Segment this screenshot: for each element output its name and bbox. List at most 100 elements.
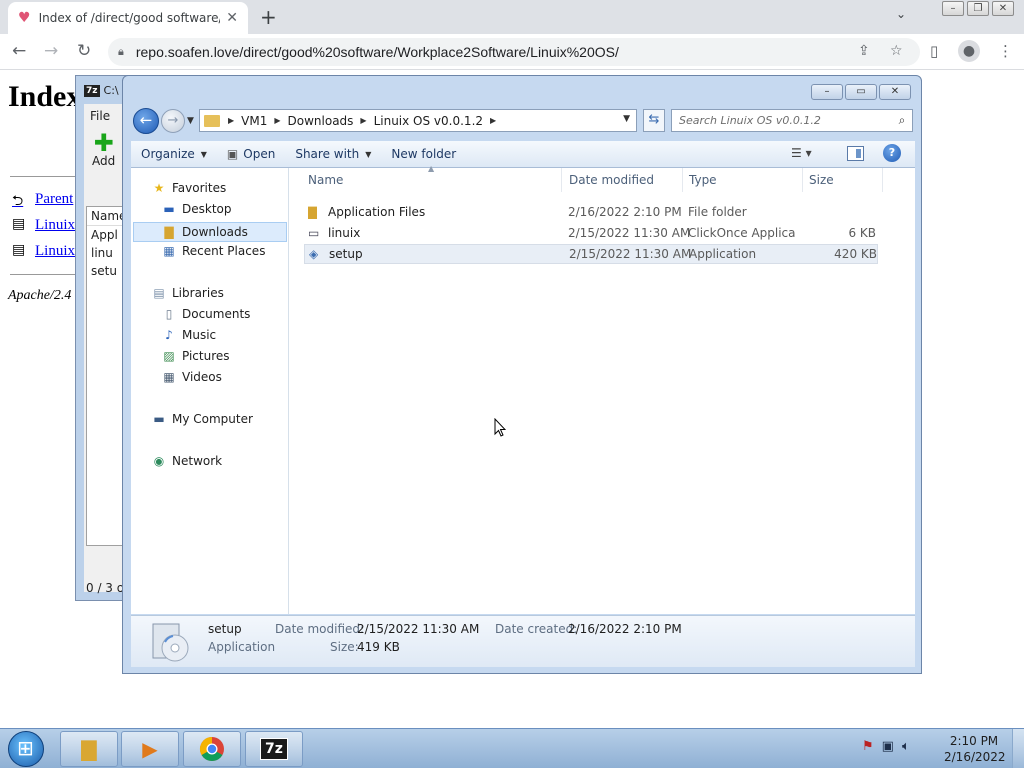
side-panel-icon[interactable]: ▯ xyxy=(930,42,938,60)
chevron-right-icon[interactable]: ▶ xyxy=(490,116,496,125)
file-row-application-files[interactable]: ▇ Application Files 2/16/2022 2:10 PM Fi… xyxy=(304,202,878,222)
open-app-icon: ▣ xyxy=(226,147,239,161)
open-button[interactable]: ▣ Open xyxy=(217,147,285,161)
details-date-created: 2/16/2022 2:10 PM xyxy=(568,622,682,636)
address-bar[interactable]: 🔒︎ repo.soafen.love/direct/good%20softwa… xyxy=(108,38,920,66)
change-view-icon[interactable]: ☰ ▾ xyxy=(791,146,812,160)
taskbar-media-player-button[interactable]: ▶ xyxy=(121,731,179,767)
breadcrumb-linuix-folder[interactable]: Linuix OS v0.0.1.2 xyxy=(374,114,483,128)
reload-icon[interactable]: ↻ xyxy=(77,41,91,61)
nav-downloads[interactable]: ▇ Downloads xyxy=(133,222,287,242)
profile-avatar-icon[interactable]: ● xyxy=(958,40,980,62)
7zip-logo-icon: 7z xyxy=(84,84,100,97)
7zip-title: 7z C:\ xyxy=(84,84,119,97)
nav-music[interactable]: ♪ Music xyxy=(161,328,216,342)
tab-close-icon[interactable]: ✕ xyxy=(226,10,238,26)
new-tab-plus-icon[interactable]: + xyxy=(260,5,277,29)
search-input[interactable] xyxy=(672,114,892,127)
divider xyxy=(10,274,80,275)
clock-date: 2/16/2022 xyxy=(944,750,1006,764)
browser-tab[interactable]: ♥ Index of /direct/good software/W ✕ xyxy=(8,2,248,34)
organize-button[interactable]: Organize ▼ xyxy=(131,147,217,161)
minimize-icon[interactable]: – xyxy=(942,1,964,16)
nav-documents[interactable]: ▯ Documents xyxy=(161,307,251,321)
nav-desktop[interactable]: ▬ Desktop xyxy=(161,202,231,216)
network-icon: ◉ xyxy=(153,454,165,468)
nav-libraries[interactable]: ▤ Libraries xyxy=(151,286,224,300)
nav-pictures[interactable]: ▨ Pictures xyxy=(161,349,229,363)
taskbar-explorer-button[interactable]: ▇ xyxy=(60,731,118,767)
divider xyxy=(10,176,80,177)
breadcrumb-vm1[interactable]: VM1 xyxy=(241,114,267,128)
nav-recent-places[interactable]: ▦ Recent Places xyxy=(161,244,265,258)
maximize-icon[interactable]: ▭ xyxy=(845,84,877,100)
recent-pages-chevron-icon[interactable]: ▼ xyxy=(187,116,194,126)
tab-search-chevron-icon[interactable]: ⌄ xyxy=(896,7,906,21)
7zip-logo-icon: 7z xyxy=(260,738,288,760)
taskbar-7zip-button[interactable]: 7z xyxy=(245,731,303,767)
explorer-address-bar[interactable]: ▶ VM1 ▶ Downloads ▶ Linuix OS v0.0.1.2 ▶… xyxy=(199,109,637,132)
column-header-name[interactable]: Name xyxy=(308,168,562,192)
file-list-pane[interactable]: ▲ Name Date modified Type Size ▇ Applica… xyxy=(290,164,915,614)
close-icon[interactable]: ✕ xyxy=(879,84,911,100)
column-header-date-modified[interactable]: Date modified xyxy=(569,168,683,192)
file-link[interactable]: ▤ Linuix xyxy=(12,216,75,234)
details-date-modified-label: Date modified: xyxy=(275,622,365,636)
star-icon: ★ xyxy=(153,181,165,195)
share-icon[interactable]: ⇪ xyxy=(858,43,870,59)
breadcrumb-downloads[interactable]: Downloads xyxy=(288,114,354,128)
7zip-add-button[interactable]: ✚ Add xyxy=(92,131,115,168)
preview-pane-icon[interactable] xyxy=(847,146,864,161)
forward-arrow-icon[interactable]: → xyxy=(44,41,58,61)
show-desktop-button[interactable] xyxy=(1012,729,1024,768)
nav-network[interactable]: ◉ Network xyxy=(151,454,222,468)
chevron-right-icon[interactable]: ▶ xyxy=(274,116,280,125)
refresh-icon[interactable]: ⇆ xyxy=(643,109,665,132)
computer-icon: ▬ xyxy=(153,412,165,426)
forward-arrow-icon[interactable]: → xyxy=(161,109,185,133)
nav-my-computer[interactable]: ▬ My Computer xyxy=(151,412,253,426)
help-icon[interactable]: ? xyxy=(883,144,901,162)
column-header-size[interactable]: Size xyxy=(809,168,883,192)
music-note-icon: ♪ xyxy=(165,328,173,342)
restore-icon[interactable]: ❐ xyxy=(967,1,989,16)
file-row-setup[interactable]: ◈ setup 2/15/2022 11:30 AM Application 4… xyxy=(304,244,878,264)
action-center-flag-icon[interactable]: ⚑ xyxy=(862,739,874,754)
back-arrow-icon[interactable]: ← xyxy=(133,108,159,134)
chevron-right-icon[interactable]: ▶ xyxy=(360,116,366,125)
file-row-linuix[interactable]: ▭ linuix 2/15/2022 11:30 AM ClickOnce Ap… xyxy=(304,223,878,243)
nav-videos[interactable]: ▦ Videos xyxy=(161,370,222,384)
parent-directory-link[interactable]: ⮌ Parent xyxy=(12,190,73,210)
chevron-right-icon[interactable]: ▶ xyxy=(228,116,234,125)
details-date-created-label: Date created: xyxy=(495,622,578,636)
new-folder-button[interactable]: New folder xyxy=(381,147,466,161)
volume-speaker-icon[interactable]: 🔈︎ xyxy=(902,739,910,754)
videos-film-icon: ▦ xyxy=(163,370,175,384)
share-with-button[interactable]: Share with ▼ xyxy=(285,147,381,161)
taskbar-clock[interactable]: 2:10 PM 2/16/2022 xyxy=(944,733,1006,765)
explorer-search[interactable]: ⌕ xyxy=(671,109,913,132)
setup-installer-icon xyxy=(152,623,189,662)
file-link[interactable]: ▤ Linuix xyxy=(12,242,75,260)
menu-kebab-icon[interactable]: ⋮ xyxy=(998,42,1013,60)
navigation-pane[interactable]: ★ Favorites ▬ Desktop ▇ Downloads ▦ Recent P… xyxy=(131,168,289,614)
libraries-icon: ▤ xyxy=(153,286,165,300)
minimize-icon[interactable]: – xyxy=(811,84,843,100)
taskbar-chrome-button[interactable] xyxy=(183,731,241,767)
address-dropdown-icon[interactable]: ▼ xyxy=(623,114,630,124)
system-tray: ⚑ ▣ 🔈︎ xyxy=(862,739,910,754)
start-button[interactable] xyxy=(8,731,44,767)
search-icon[interactable]: ⌕ xyxy=(892,113,912,128)
column-header-type[interactable]: Type xyxy=(689,168,803,192)
back-arrow-icon[interactable]: ← xyxy=(12,41,26,61)
browser-window-controls: – ❐ ✕ xyxy=(942,1,1014,16)
7zip-file-menu[interactable]: File xyxy=(90,109,110,123)
tab-title: Index of /direct/good software/W xyxy=(38,11,221,25)
folder-icon xyxy=(204,114,220,127)
close-icon[interactable]: ✕ xyxy=(992,1,1014,16)
chevron-down-icon: ▼ xyxy=(200,149,207,159)
nav-favorites[interactable]: ★ Favorites xyxy=(151,181,227,195)
explorer-window[interactable]: – ▭ ✕ ← → ▼ ▶ VM1 ▶ Downloads ▶ Linuix O… xyxy=(122,75,922,674)
bookmark-star-icon[interactable]: ☆ xyxy=(890,43,903,59)
network-status-icon[interactable]: ▣ xyxy=(882,739,894,754)
